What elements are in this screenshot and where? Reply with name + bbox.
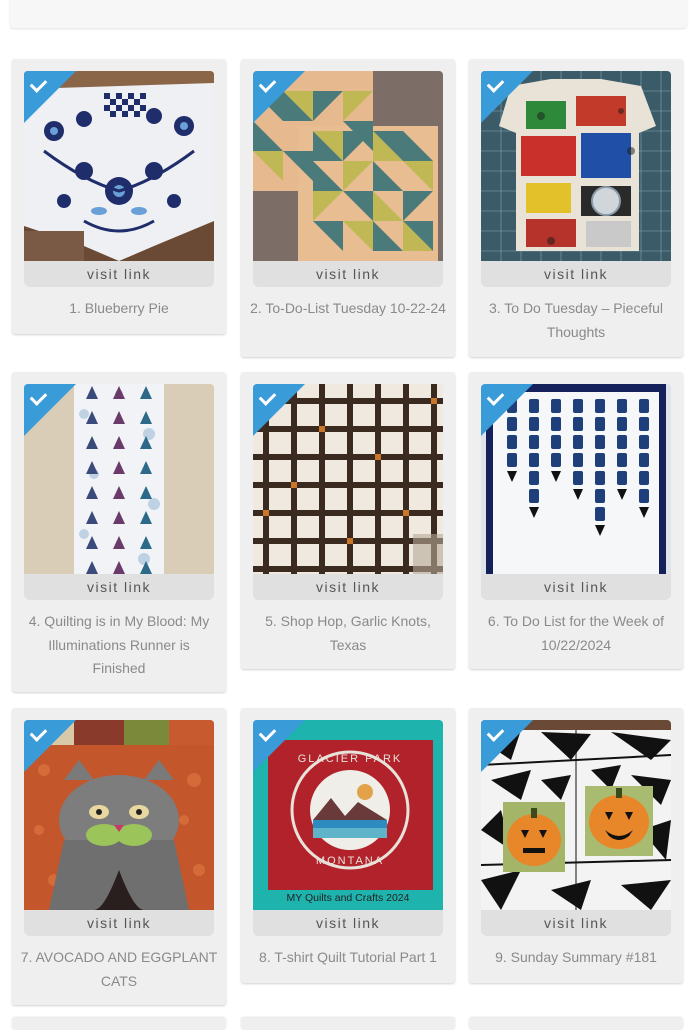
- check-ribbon: [481, 720, 533, 772]
- watermark-text: MY Quilts and Crafts 2024: [287, 892, 410, 904]
- next-card-edge: [241, 1018, 455, 1030]
- visit-link[interactable]: visit link: [253, 261, 443, 287]
- check-ribbon: [253, 71, 305, 123]
- visit-link[interactable]: visit link: [24, 910, 214, 936]
- visit-link[interactable]: visit link: [481, 261, 671, 287]
- card-thumbnail[interactable]: [253, 71, 443, 261]
- check-ribbon: [253, 384, 305, 436]
- card-caption[interactable]: 6. To Do List for the Week of 10/22/2024: [477, 610, 675, 657]
- check-ribbon: [24, 720, 76, 772]
- card-thumbnail[interactable]: GLACIER PARK MONTANA MY Quilts and Craft…: [253, 720, 443, 910]
- visit-link[interactable]: visit link: [24, 574, 214, 600]
- link-card[interactable]: visit link 2. To-Do-List Tuesday 10-22-2…: [241, 59, 455, 357]
- visit-link[interactable]: visit link: [253, 910, 443, 936]
- card-caption[interactable]: 1. Blueberry Pie: [20, 297, 218, 321]
- card-thumbnail[interactable]: [481, 71, 671, 261]
- visit-link[interactable]: visit link: [253, 574, 443, 600]
- card-thumbnail[interactable]: [24, 720, 214, 910]
- card-thumbnail[interactable]: [24, 384, 214, 574]
- card-thumbnail[interactable]: [24, 71, 214, 261]
- check-ribbon: [481, 384, 533, 436]
- card-thumbnail[interactable]: [481, 384, 671, 574]
- card-thumbnail[interactable]: [253, 384, 443, 574]
- link-card[interactable]: visit link 7. AVOCADO AND EGGPLANT CATS: [12, 708, 226, 1005]
- next-card-edge: [469, 1018, 683, 1030]
- link-card[interactable]: visit link 3. To Do Tuesday – Pieceful T…: [469, 59, 683, 357]
- card-caption[interactable]: 2. To-Do-List Tuesday 10-22-24: [249, 297, 447, 321]
- link-card[interactable]: visit link 6. To Do List for the Week of…: [469, 372, 683, 669]
- link-card[interactable]: visit link 5. Shop Hop, Garlic Knots, Te…: [241, 372, 455, 669]
- check-ribbon: [24, 384, 76, 436]
- card-caption[interactable]: 3. To Do Tuesday – Pieceful Thoughts: [477, 297, 675, 344]
- card-caption[interactable]: 5. Shop Hop, Garlic Knots, Texas: [249, 610, 447, 657]
- link-card[interactable]: GLACIER PARK MONTANA MY Quilts and Craft…: [241, 708, 455, 983]
- link-card[interactable]: visit link 1. Blueberry Pie: [12, 59, 226, 334]
- check-ribbon: [253, 720, 305, 772]
- shirt-print-top: GLACIER PARK: [298, 753, 403, 765]
- card-thumbnail[interactable]: [481, 720, 671, 910]
- link-card[interactable]: visit link 4. Quilting is in My Blood: M…: [12, 372, 226, 692]
- check-ribbon: [24, 71, 76, 123]
- link-card[interactable]: visit link 9. Sunday Summary #181: [469, 708, 683, 983]
- visit-link[interactable]: visit link: [481, 574, 671, 600]
- card-caption[interactable]: 7. AVOCADO AND EGGPLANT CATS: [20, 946, 218, 993]
- next-card-edge: [12, 1018, 226, 1030]
- card-caption[interactable]: 4. Quilting is in My Blood: My Illuminat…: [20, 610, 218, 681]
- card-caption[interactable]: 8. T-shirt Quilt Tutorial Part 1: [249, 946, 447, 970]
- card-caption[interactable]: 9. Sunday Summary #181: [477, 946, 675, 970]
- visit-link[interactable]: visit link: [24, 261, 214, 287]
- shirt-print-bottom: MONTANA: [316, 855, 384, 867]
- visit-link[interactable]: visit link: [481, 910, 671, 936]
- top-panel: [10, 0, 687, 28]
- check-ribbon: [481, 71, 533, 123]
